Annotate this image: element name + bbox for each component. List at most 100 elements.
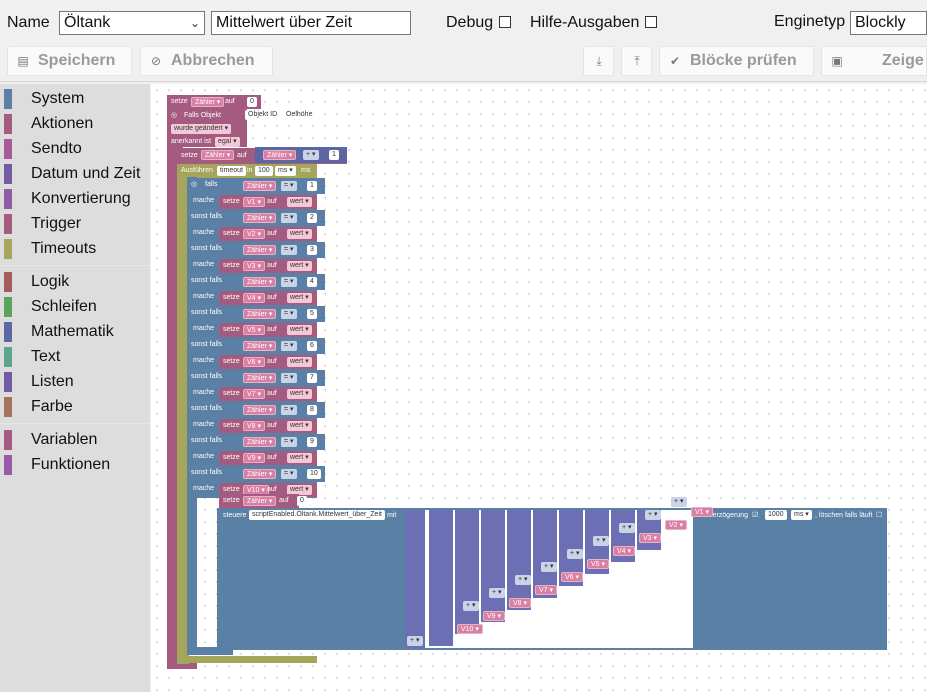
variable-dropdown[interactable]: V6 ▾ [243, 357, 266, 367]
save-button[interactable]: ▤ Speichern [7, 46, 132, 76]
variable-dropdown[interactable]: V5 ▾ [243, 325, 266, 335]
variable-dropdown[interactable]: Zähler ▾ [243, 309, 277, 319]
operator-dropdown[interactable]: + ▾ [593, 536, 609, 546]
category-konvertierung[interactable]: Konvertierung [0, 187, 150, 211]
check-blocks-button[interactable]: ✔ Blöcke prüfen [659, 46, 814, 76]
variable-dropdown[interactable]: V4 ▾ [243, 293, 266, 303]
variable-dropdown[interactable]: V8 ▾ [243, 421, 266, 431]
number-input[interactable]: 5 [307, 309, 317, 319]
variable-dropdown[interactable]: Zähler ▾ [243, 341, 277, 351]
variable-dropdown[interactable]: wert ▾ [287, 389, 312, 399]
blockly-workspace[interactable]: setze Zähler ▾ auf 0 ◎ Falls Objekt Objekt ID O… [151, 84, 927, 692]
category-trigger[interactable]: Trigger [0, 212, 150, 236]
timeout-name[interactable]: timeout [217, 166, 246, 176]
operator-dropdown[interactable]: + ▾ [463, 601, 479, 611]
divide-block[interactable] [405, 510, 425, 648]
operator-dropdown[interactable]: = ▾ [281, 213, 297, 223]
variable-dropdown[interactable]: V5 ▾ [587, 559, 610, 569]
category-system[interactable]: System [0, 87, 150, 111]
variable-dropdown[interactable]: wert ▾ [287, 293, 312, 303]
category-sendto[interactable]: Sendto [0, 137, 150, 161]
number-input[interactable]: 3 [307, 245, 317, 255]
variable-dropdown[interactable]: V8 ▾ [509, 598, 532, 608]
number-input[interactable]: 2 [307, 213, 317, 223]
operator-dropdown[interactable]: + ▾ [567, 549, 583, 559]
number-input[interactable]: 1 [307, 181, 317, 191]
operator-dropdown[interactable]: + ▾ [407, 636, 423, 646]
description-input[interactable]: Mittelwert über Zeit [211, 11, 411, 35]
add-block[interactable] [429, 510, 453, 646]
variable-dropdown[interactable]: wert ▾ [287, 261, 312, 271]
variable-dropdown[interactable]: V9 ▾ [243, 453, 266, 463]
variable-dropdown[interactable]: V9 ▾ [483, 611, 506, 621]
delay-input[interactable]: 1000 [765, 510, 787, 520]
timeout-ms-input[interactable]: 100 [255, 166, 273, 176]
number-input[interactable]: 6 [307, 341, 317, 351]
operator-dropdown[interactable]: = ▾ [281, 437, 297, 447]
operator-dropdown[interactable]: = ▾ [281, 245, 297, 255]
operator-dropdown[interactable]: + ▾ [489, 588, 505, 598]
variable-dropdown[interactable]: wert ▾ [287, 453, 312, 463]
variable-dropdown[interactable]: Zähler ▾ [243, 496, 277, 506]
category-aktionen[interactable]: Aktionen [0, 112, 150, 136]
number-input[interactable]: 0 [247, 97, 257, 107]
operator-dropdown[interactable]: = ▾ [281, 277, 297, 287]
ack-dropdown[interactable]: egal ▾ [215, 137, 240, 147]
operator-dropdown[interactable]: + ▾ [645, 510, 661, 520]
variable-dropdown[interactable]: V2 ▾ [243, 229, 266, 239]
name-select[interactable]: Öltank ⌄ [59, 11, 205, 35]
variable-dropdown[interactable]: V1 ▾ [243, 197, 266, 207]
delay-unit-dropdown[interactable]: ms ▾ [791, 510, 812, 520]
category-logik[interactable]: Logik [0, 270, 150, 294]
import-button[interactable]: ⤒ [621, 46, 652, 76]
object-id-value[interactable]: scriptEnabled.Öltank.Mittelwert_über_Zei… [249, 510, 385, 520]
operator-dropdown[interactable]: = ▾ [281, 309, 297, 319]
variable-dropdown[interactable]: Zähler ▾ [263, 150, 297, 160]
category-variablen[interactable]: Variablen [0, 428, 150, 452]
variable-dropdown[interactable]: Zähler ▾ [243, 213, 277, 223]
variable-dropdown[interactable]: Zähler ▾ [243, 405, 277, 415]
variable-dropdown[interactable]: Zähler ▾ [243, 373, 277, 383]
help-output-checkbox[interactable] [645, 16, 657, 28]
variable-dropdown[interactable]: Zähler ▾ [243, 181, 277, 191]
number-input[interactable]: 1 [329, 150, 339, 160]
variable-dropdown[interactable]: V2 ▾ [665, 520, 688, 530]
variable-dropdown[interactable]: V10 ▾ [457, 624, 483, 634]
operator-dropdown[interactable]: = ▾ [281, 181, 297, 191]
variable-dropdown[interactable]: wert ▾ [287, 325, 312, 335]
category-datum-und-zeit[interactable]: Datum und Zeit [0, 162, 150, 186]
number-input[interactable]: 8 [307, 405, 317, 415]
operator-dropdown[interactable]: = ▾ [281, 405, 297, 415]
number-input[interactable]: 4 [307, 277, 317, 287]
number-input[interactable]: 7 [307, 373, 317, 383]
category-funktionen[interactable]: Funktionen [0, 453, 150, 477]
timeout-unit-dropdown[interactable]: ms ▾ [275, 166, 296, 176]
variable-dropdown[interactable]: V3 ▾ [243, 261, 266, 271]
variable-dropdown[interactable]: Zähler ▾ [201, 150, 235, 160]
number-input[interactable]: 0 [297, 496, 307, 506]
operator-dropdown[interactable]: = ▾ [281, 469, 297, 479]
variable-dropdown[interactable]: V7 ▾ [243, 389, 266, 399]
variable-dropdown[interactable]: V6 ▾ [561, 572, 584, 582]
debug-checkbox[interactable] [499, 16, 511, 28]
export-button[interactable]: ⤓ [583, 46, 614, 76]
category-schleifen[interactable]: Schleifen [0, 295, 150, 319]
category-mathematik[interactable]: Mathematik [0, 320, 150, 344]
variable-dropdown[interactable]: wert ▾ [287, 197, 312, 207]
category-farbe[interactable]: Farbe [0, 395, 150, 419]
add-block[interactable] [481, 510, 505, 622]
operator-dropdown[interactable]: = ▾ [281, 341, 297, 351]
variable-dropdown[interactable]: V1 ▾ [691, 507, 714, 517]
operator-dropdown[interactable]: = ▾ [281, 373, 297, 383]
variable-dropdown[interactable]: V3 ▾ [639, 533, 662, 543]
variable-dropdown[interactable]: wert ▾ [287, 421, 312, 431]
engine-type-select[interactable]: Blockly [850, 11, 927, 35]
variable-dropdown[interactable]: Zähler ▾ [243, 277, 277, 287]
variable-dropdown[interactable]: wert ▾ [287, 357, 312, 367]
show-code-button[interactable]: ▣ Zeige [821, 46, 927, 76]
operator-dropdown[interactable]: + ▾ [619, 523, 635, 533]
number-input[interactable]: 9 [307, 437, 317, 447]
variable-dropdown[interactable]: V7 ▾ [535, 585, 558, 595]
operator-dropdown[interactable]: + ▾ [671, 497, 687, 507]
variable-dropdown[interactable]: V4 ▾ [613, 546, 636, 556]
